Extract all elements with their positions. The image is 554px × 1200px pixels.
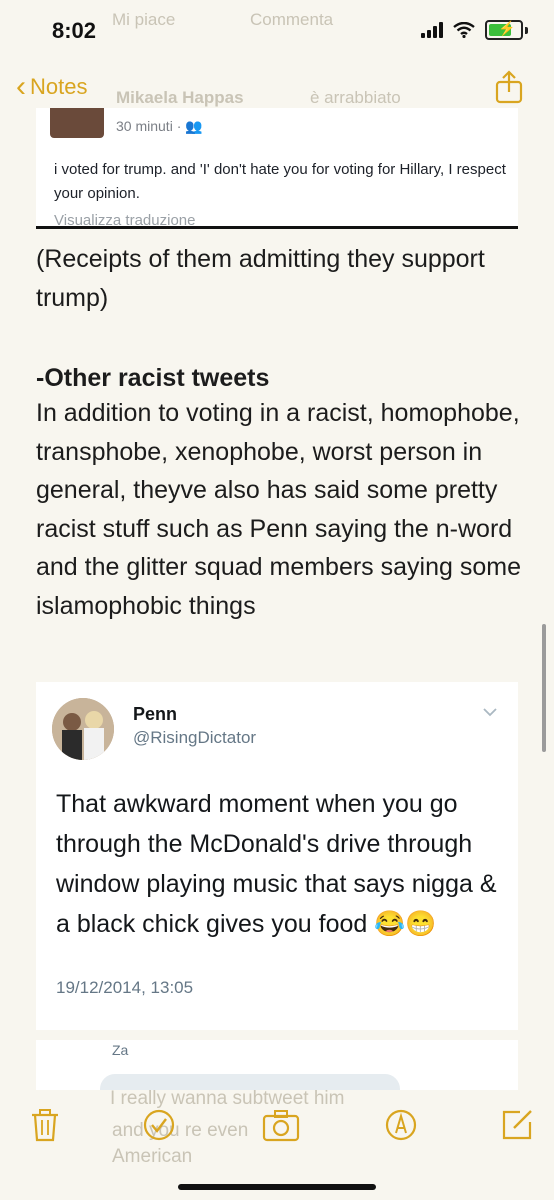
home-indicator[interactable] <box>178 1184 376 1190</box>
chevron-left-icon: ‹ <box>16 70 26 103</box>
wifi-icon <box>453 22 475 38</box>
back-label: Notes <box>30 74 88 99</box>
section-heading: -Other racist tweets <box>36 364 270 392</box>
cellular-signal-icon <box>421 22 443 38</box>
markup-icon[interactable] <box>384 1108 418 1142</box>
camera-icon[interactable] <box>262 1108 300 1142</box>
receipts-text: (Receipts of them admitting they support… <box>36 245 485 312</box>
tweet-text: That awkward moment when you go through … <box>56 790 497 938</box>
partial-screenshot: Za <box>36 1040 518 1090</box>
compose-icon[interactable] <box>500 1108 534 1142</box>
ghost-like: Mi piace <box>112 10 176 29</box>
facebook-post-screenshot: 30 minuti · 👥 i voted for trump. and 'I'… <box>36 108 518 229</box>
chevron-down-icon <box>483 708 497 717</box>
fb-translate-link: Visualizza traduzione <box>54 212 196 229</box>
trash-icon[interactable] <box>28 1108 62 1142</box>
tweet-author-name: Penn <box>133 704 178 724</box>
partial-author-name: Za <box>112 1042 129 1058</box>
share-icon[interactable] <box>494 70 524 104</box>
tweet-author-handle: @RisingDictator <box>133 728 257 747</box>
status-icons: ⚡ <box>421 20 528 40</box>
tweet-screenshot: Penn @RisingDictator That awkward moment… <box>36 682 518 1030</box>
fb-post-time: 30 minuti · 👥 <box>116 118 203 134</box>
ghost-comment: Commenta <box>250 10 334 29</box>
nav-bar: ‹ Notes <box>0 64 554 112</box>
tweet-date: 19/12/2014, 13:05 <box>56 978 194 997</box>
avatar <box>52 698 114 760</box>
bottom-toolbar <box>0 1100 554 1150</box>
status-time: 8:02 <box>52 18 97 43</box>
fb-avatar <box>50 108 104 138</box>
status-bar: 8:02 ⚡ <box>0 0 554 60</box>
scrollbar[interactable] <box>542 624 546 752</box>
back-button[interactable]: ‹ Notes <box>16 72 87 102</box>
battery-icon: ⚡ <box>485 20 523 40</box>
fb-post-text: i voted for trump. and 'I' don't hate yo… <box>54 161 506 202</box>
friends-icon: 👥 <box>185 118 203 134</box>
checklist-icon[interactable] <box>142 1108 176 1142</box>
body-paragraph: In addition to voting in a racist, homop… <box>36 399 521 620</box>
